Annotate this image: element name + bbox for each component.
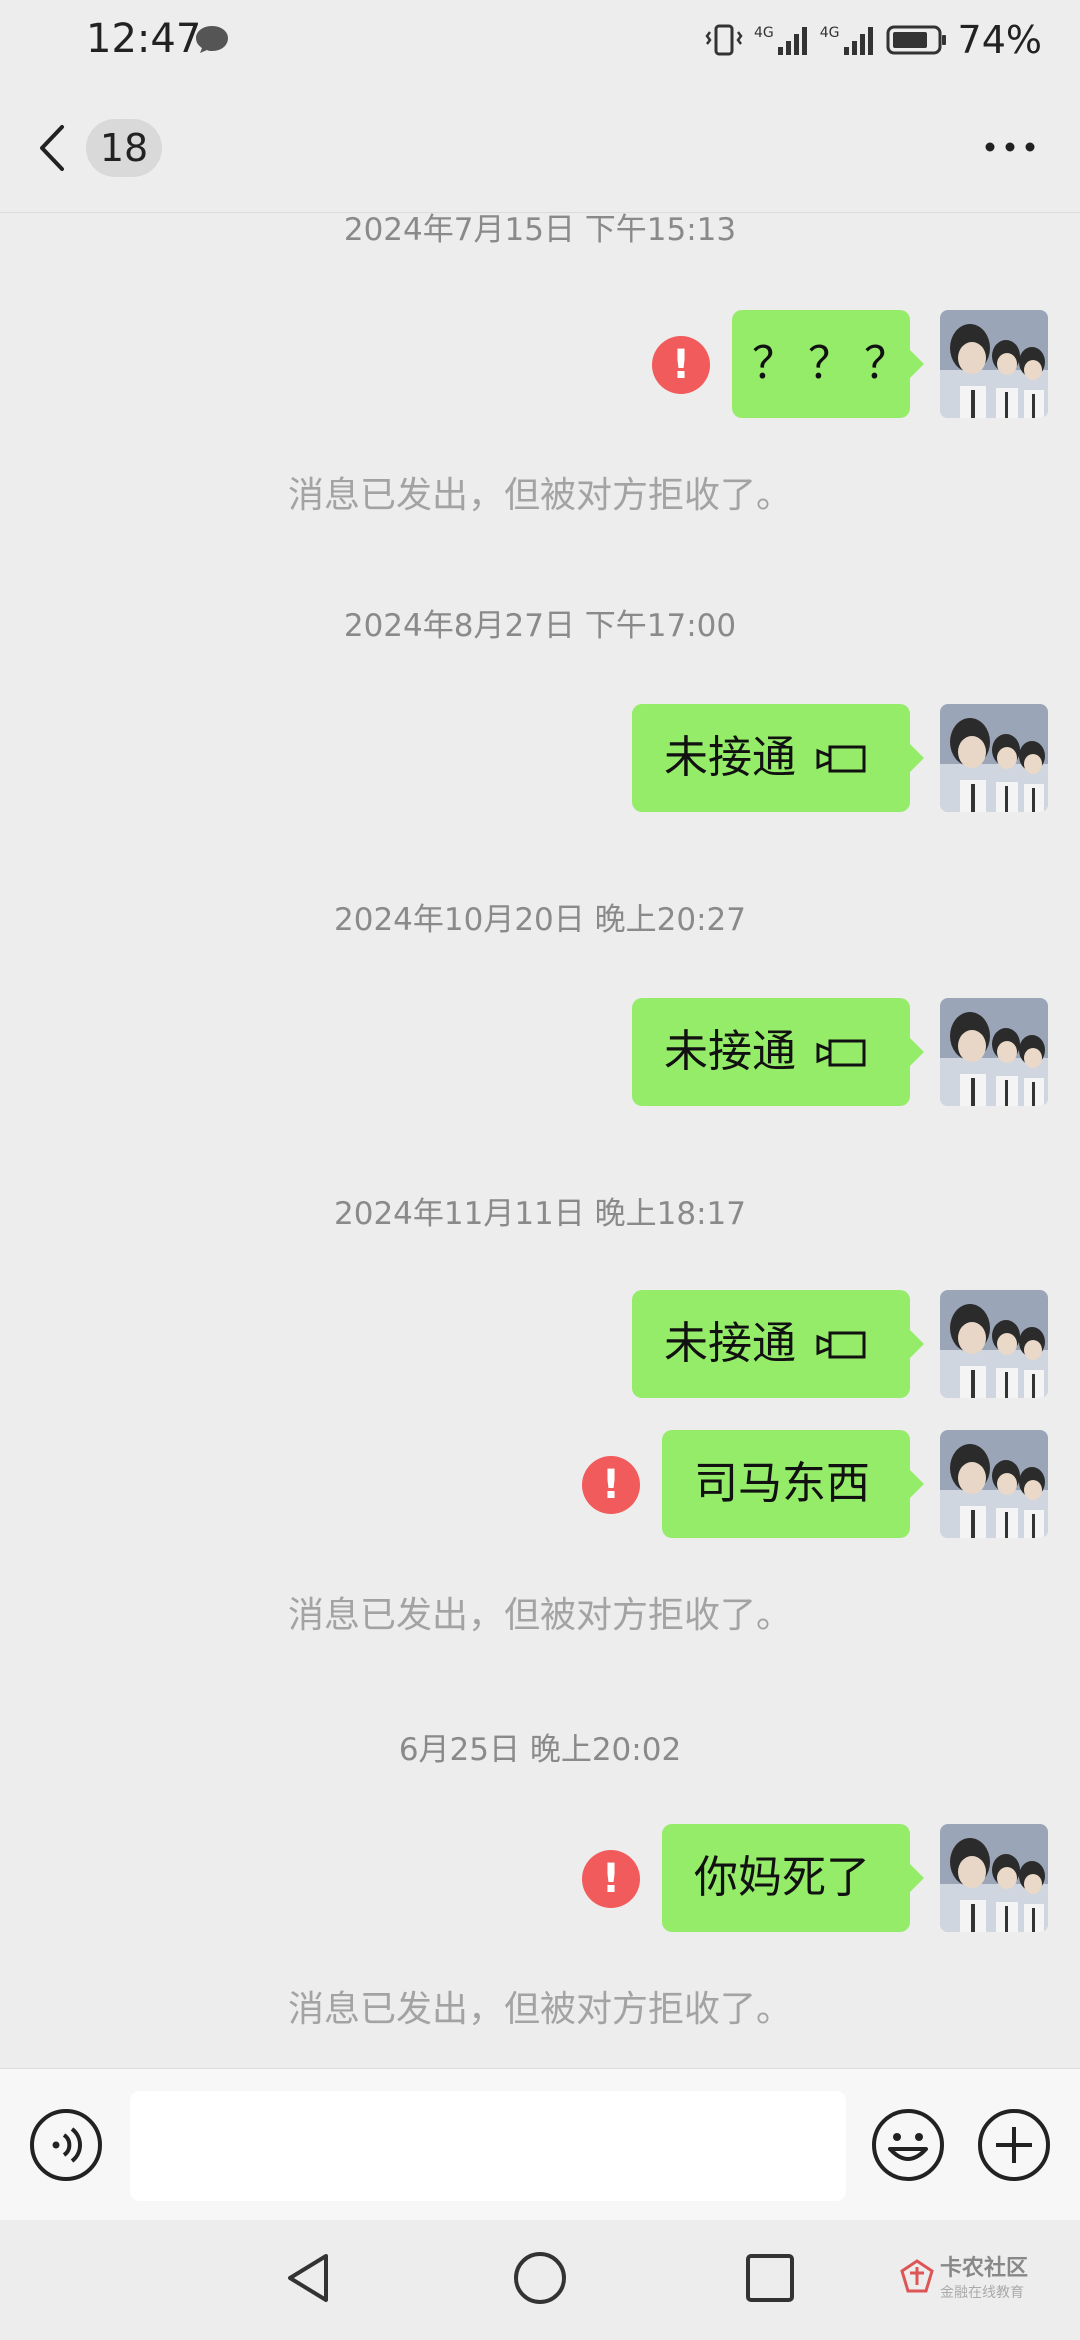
error-icon[interactable]: ! [582,1850,640,1908]
avatar[interactable] [940,1824,1048,1932]
rejected-notice: 消息已发出，但被对方拒收了。 [287,1989,792,2030]
unread-count-badge[interactable]: 18 [86,119,162,177]
network-label-1: 4G [754,25,774,41]
network-label-2: 4G [819,25,840,41]
call-bubble[interactable]: 未接通 [632,998,924,1108]
battery-icon [886,25,946,55]
call-bubble[interactable]: 未接通 [632,704,924,814]
plus-icon [978,2109,1050,2181]
avatar[interactable] [940,1290,1048,1398]
triangle-back-icon [288,2254,328,2302]
back-button[interactable] [36,116,84,180]
timestamp: 2024年7月15日 下午15:13 [343,212,737,248]
vibrate-icon [705,24,743,56]
more-icon [985,142,1035,152]
message-input[interactable] [130,2091,846,2201]
message-bubble[interactable]: 司马东西 [662,1430,924,1538]
emoji-icon [872,2109,944,2181]
timestamp: 2024年10月20日 晚上20:27 [334,902,746,938]
more-options-button[interactable] [980,122,1040,172]
nav-recents-button[interactable] [744,2252,796,2308]
system-navigation-bar: 卡农社区 金融在线教育 [0,2220,1080,2340]
call-status: 未接通 [664,1026,796,1077]
avatar[interactable] [940,310,1048,418]
watermark-logo-icon [900,2259,934,2293]
nav-home-button[interactable] [512,2250,568,2310]
rejected-notice: 消息已发出，但被对方拒收了。 [287,1595,792,1636]
status-indicators: 4G 4G 74% [704,18,1042,62]
watermark: 卡农社区 金融在线教育 [900,2250,1028,2302]
circle-home-icon [514,2252,566,2304]
voice-input-button[interactable] [28,2107,104,2187]
input-bar [0,2068,1080,2221]
timestamp: 6月25日 晚上20:02 [398,1732,682,1768]
chevron-left-icon [40,125,64,171]
error-icon[interactable]: ! [652,336,710,394]
watermark-title: 卡农社区 [940,2256,1029,2281]
nav-back-button[interactable] [282,2250,334,2310]
voice-icon [30,2109,102,2181]
signal-2-icon: 4G [820,25,876,55]
status-bar: 12:47 4G 4G 74% [0,0,1080,86]
square-recents-icon [746,2254,794,2302]
more-functions-button[interactable] [976,2107,1052,2187]
video-call-icon [814,1292,866,1400]
watermark-subtitle: 金融在线教育 [940,2285,1024,2301]
emoji-button[interactable] [870,2107,946,2187]
call-bubble[interactable]: 未接通 [632,1290,924,1400]
message-bubble[interactable]: 你妈死了 [662,1824,924,1932]
call-status: 未接通 [664,1318,796,1369]
signal-1-icon: 4G [754,25,810,55]
avatar[interactable] [940,704,1048,812]
timestamp: 2024年8月27日 下午17:00 [343,608,737,644]
video-call-icon [814,1000,866,1108]
chat-header: 18 [0,86,1080,213]
rejected-notice: 消息已发出，但被对方拒收了。 [287,475,792,516]
battery-percent: 74% [957,18,1042,62]
avatar[interactable] [940,998,1048,1106]
timestamp: 2024年11月11日 晚上18:17 [334,1196,746,1232]
avatar[interactable] [940,1430,1048,1538]
error-icon[interactable]: ! [582,1456,640,1514]
message-notification-icon [194,24,230,58]
message-bubble[interactable]: ？？？ [732,310,924,418]
status-time: 12:47 [86,16,202,62]
call-status: 未接通 [664,732,796,783]
video-call-icon [814,706,866,814]
